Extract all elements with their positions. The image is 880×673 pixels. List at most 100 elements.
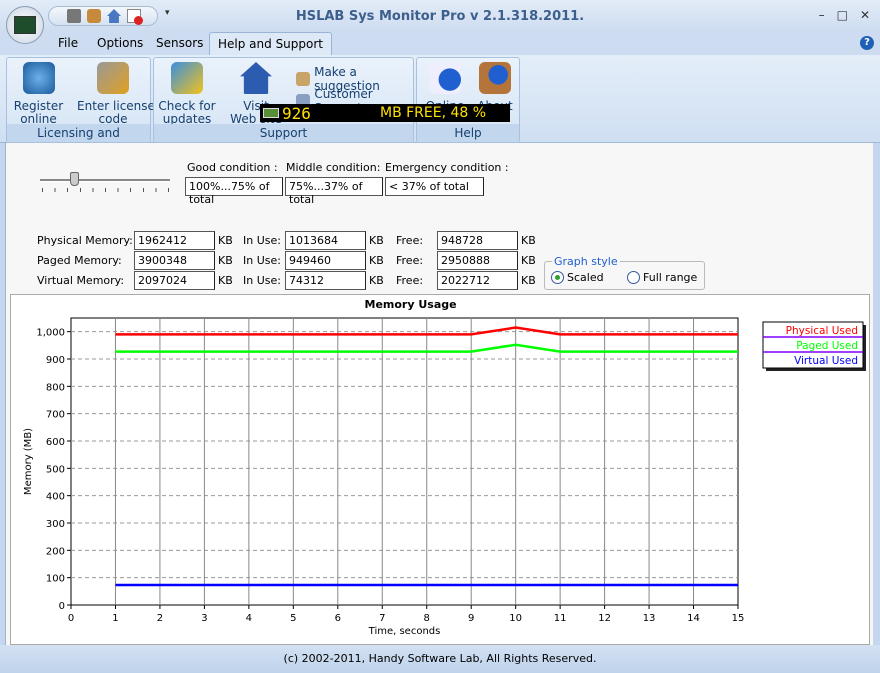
threshold-slider[interactable] (40, 179, 170, 182)
close-button[interactable]: ✕ (860, 8, 870, 22)
full-range-label[interactable]: Full range (643, 271, 697, 284)
refresh-arrows-icon (171, 62, 203, 94)
tab-file[interactable]: File (58, 36, 78, 50)
virtual-free-field: 2022712 (437, 271, 518, 290)
y-tick-label: 900 (46, 355, 65, 366)
y-tick-label: 1,000 (36, 328, 65, 339)
slider-thumb[interactable] (70, 172, 79, 186)
x-tick-label: 13 (643, 613, 656, 624)
title-bar: ▾ HSLAB Sys Monitor Pro v 2.1.318.2011. … (0, 0, 880, 32)
paged-free-field: 2950888 (437, 251, 518, 270)
good-condition-field: 100%...75% of total (185, 177, 283, 206)
middle-condition-field: 75%...37% of total (285, 177, 383, 206)
unit-label: KB (369, 234, 384, 247)
in-use-label: In Use: (243, 274, 281, 287)
unit-label: KB (521, 234, 536, 247)
y-tick-label: 0 (59, 601, 65, 612)
physical-total-field: 1962412 (134, 231, 215, 250)
unit-label: KB (369, 274, 384, 287)
window-title: HSLAB Sys Monitor Pro v 2.1.318.2011. (295, 9, 585, 24)
x-tick-label: 3 (201, 613, 207, 624)
globe-checklist-icon (22, 62, 55, 94)
emergency-condition-label: Emergency condition : (385, 161, 509, 174)
tab-options[interactable]: Options (97, 36, 143, 50)
help-icon[interactable]: ? (860, 36, 874, 50)
paged-memory-label: Paged Memory: (37, 254, 122, 267)
quick-access-toolbar (48, 6, 158, 26)
support-icon[interactable] (87, 9, 101, 23)
x-tick-label: 1 (112, 613, 118, 624)
x-tick-label: 15 (732, 613, 745, 624)
y-tick-label: 800 (46, 382, 65, 393)
x-axis-label: Time, seconds (368, 626, 441, 637)
physical-free-field: 948728 (437, 231, 518, 250)
home-icon[interactable] (107, 9, 121, 23)
paged-total-field: 3900348 (134, 251, 215, 270)
minimize-button[interactable]: – (819, 8, 825, 22)
group-label: Licensing and Activation (7, 124, 150, 158)
unit-label: KB (369, 254, 384, 267)
x-tick-label: 0 (68, 613, 74, 624)
check-updates-button[interactable]: Check for updates (158, 62, 216, 126)
maximize-button[interactable]: □ (837, 8, 848, 22)
memory-chip-icon (263, 108, 279, 118)
full-range-radio[interactable] (627, 271, 640, 284)
free-mb-value: 926 (282, 103, 311, 123)
customize-qat-icon[interactable]: ▾ (165, 8, 170, 18)
keys-icon (97, 62, 129, 94)
group-label: Support (154, 124, 413, 142)
scaled-label[interactable]: Scaled (567, 271, 604, 284)
house-icon (240, 62, 272, 94)
exit-icon[interactable] (127, 9, 143, 25)
monitor-icon (14, 16, 36, 34)
unit-label: KB (521, 274, 536, 287)
x-tick-label: 14 (687, 613, 700, 624)
middle-condition-label: Middle condition: (286, 161, 381, 174)
x-tick-label: 11 (554, 613, 567, 624)
quill-icon (296, 72, 311, 86)
x-tick-label: 6 (335, 613, 341, 624)
virtual-memory-label: Virtual Memory: (37, 274, 125, 287)
y-tick-label: 200 (46, 546, 65, 557)
x-tick-label: 5 (290, 613, 296, 624)
emergency-condition-field: < 37% of total (385, 177, 484, 196)
in-use-label: In Use: (243, 254, 281, 267)
unit-label: KB (218, 274, 233, 287)
physical-memory-label: Physical Memory: (37, 234, 133, 247)
legend-entry: Virtual Used (794, 355, 858, 367)
ribbon: Register online Enter license code Licen… (0, 55, 880, 158)
group-support: Check for updates Visit Web site Make a … (153, 57, 414, 143)
unit-label: KB (218, 254, 233, 267)
y-tick-label: 500 (46, 464, 65, 475)
chart-title: Memory Usage (365, 298, 457, 311)
legend-entry: Paged Used (796, 340, 858, 352)
group-licensing: Register online Enter license code Licen… (6, 57, 155, 158)
y-tick-label: 700 (46, 410, 65, 421)
enter-license-button[interactable]: Enter license code (77, 62, 155, 126)
good-condition-label: Good condition : (187, 161, 278, 174)
plot-area (70, 317, 739, 606)
free-label: Free: (396, 274, 424, 287)
y-tick-label: 300 (46, 519, 65, 530)
virtual-total-field: 2097024 (134, 271, 215, 290)
y-tick-label: 400 (46, 492, 65, 503)
help-document-icon (429, 62, 461, 94)
y-axis-label: Memory (MB) (23, 428, 34, 495)
x-tick-label: 10 (509, 613, 522, 624)
tab-help-and-support[interactable]: Help and Support (209, 32, 332, 56)
save-icon[interactable] (67, 9, 81, 23)
memory-free-indicator: 926 MB FREE, 48 % (260, 103, 510, 123)
scaled-radio[interactable] (551, 271, 564, 284)
virtual-in-use-field: 74312 (285, 271, 366, 290)
unit-label: KB (218, 234, 233, 247)
paged-in-use-field: 949460 (285, 251, 366, 270)
app-menu-button[interactable] (6, 6, 44, 44)
free-label: Free: (396, 254, 424, 267)
slider-ticks (42, 188, 170, 192)
x-tick-label: 9 (468, 613, 474, 624)
legend-entry: Physical Used (786, 325, 858, 337)
register-online-button[interactable]: Register online (11, 62, 66, 126)
x-tick-label: 2 (157, 613, 163, 624)
window-frame (873, 143, 880, 645)
tab-sensors[interactable]: Sensors (156, 36, 203, 50)
